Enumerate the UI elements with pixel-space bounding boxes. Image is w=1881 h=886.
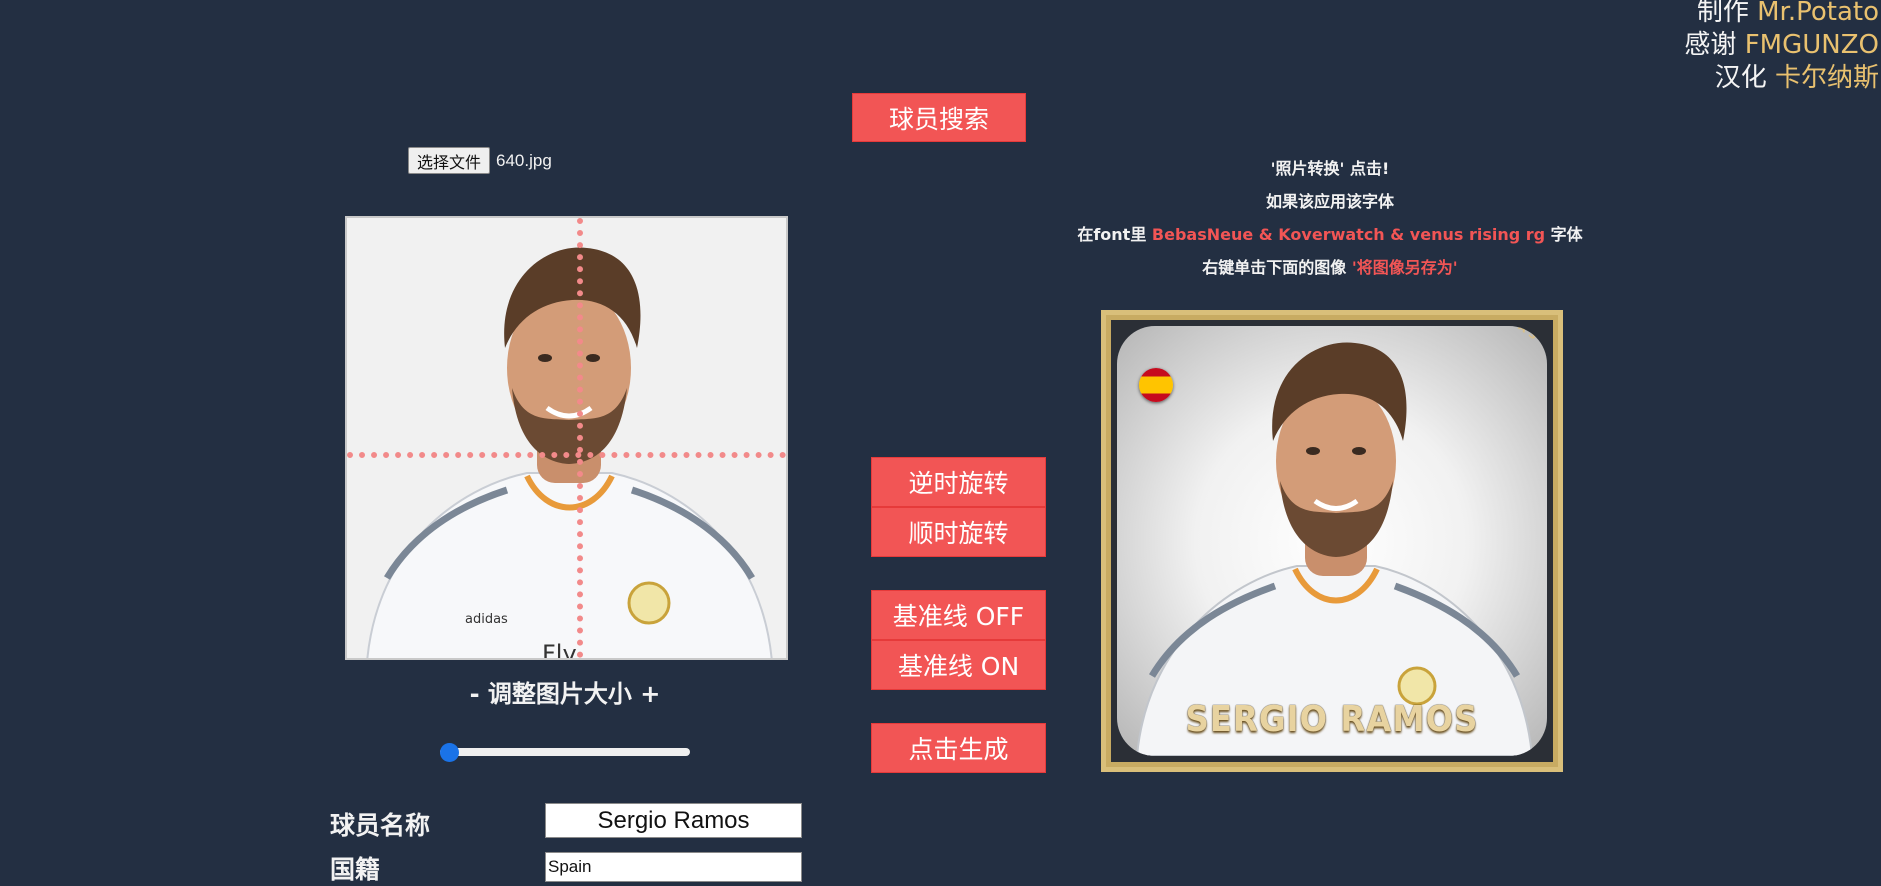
choose-file-button[interactable]: 选择文件 — [408, 147, 491, 174]
instruction-line-3: 在font里 BebasNeue & Koverwatch & venus ri… — [1077, 225, 1583, 244]
credit-thanks-name: FMGUNZO — [1744, 30, 1879, 60]
slider-thumb[interactable] — [440, 743, 459, 762]
horizontal-guideline — [347, 452, 786, 458]
slider-track — [440, 748, 690, 756]
player-search-button[interactable]: 球员搜索 — [852, 93, 1026, 142]
card-photo: KARNAS SERGIO RAMOS — [1117, 326, 1547, 756]
card-player-image — [1135, 342, 1534, 756]
nationality-input[interactable] — [545, 852, 802, 882]
guideline-on-button[interactable]: 基准线 ON — [871, 640, 1046, 690]
credits: 制作 Mr.Potato 感谢 FMGUNZO 汉化 卡尔纳斯 — [1684, 0, 1879, 95]
credit-localized: 汉化 卡尔纳斯 — [1714, 63, 1879, 93]
player-name-label: 球员名称 — [330, 811, 431, 840]
generate-button[interactable]: 点击生成 — [871, 723, 1046, 773]
credit-made-by-name: Mr.Potato — [1757, 0, 1879, 27]
source-photo-canvas[interactable]: adidas Fly — [345, 216, 788, 660]
spain-flag-icon — [1139, 368, 1173, 402]
instructions: '照片转换' 点击! 如果该应用该字体 在font里 BebasNeue & K… — [1030, 152, 1630, 284]
player-name-input[interactable] — [545, 803, 802, 838]
credit-thanks: 感谢 FMGUNZO — [1684, 30, 1879, 60]
instruction-line-2: 如果该应用该字体 — [1265, 192, 1394, 211]
guideline-off-button[interactable]: 基准线 OFF — [871, 590, 1046, 640]
player-photo: adidas Fly — [347, 218, 786, 660]
rotate-ccw-button[interactable]: 逆时旋转 — [871, 457, 1046, 507]
instruction-line-4: 右键单击下面的图像 '将图像另存为' — [1202, 258, 1458, 277]
svg-text:Fly: Fly — [542, 640, 577, 660]
nationality-label: 国籍 — [330, 855, 381, 884]
instruction-line-1: '照片转换' 点击! — [1270, 159, 1390, 178]
file-chooser: 选择文件 640.jpg — [408, 147, 552, 174]
svg-text:adidas: adidas — [465, 612, 508, 627]
resize-label: - 调整图片大小 + — [350, 674, 780, 709]
vertical-guideline — [577, 218, 583, 658]
credit-made-by: 制作 Mr.Potato — [1684, 0, 1879, 29]
resize-plus: + — [640, 680, 661, 708]
font-names: BebasNeue & Koverwatch & venus rising rg — [1151, 225, 1546, 244]
resize-minus: - — [469, 680, 480, 708]
credit-localized-name: 卡尔纳斯 — [1774, 63, 1879, 93]
card-player-name: SERGIO RAMOS — [1185, 699, 1479, 740]
rotate-cw-button[interactable]: 顺时旋转 — [871, 507, 1046, 557]
resize-slider[interactable] — [440, 743, 690, 762]
generated-card[interactable]: KARNAS SERGIO RAMOS — [1101, 310, 1563, 772]
file-name: 640.jpg — [496, 150, 552, 170]
resize-title: 调整图片大小 — [487, 680, 632, 708]
save-image-hint: '将图像另存为' — [1351, 258, 1458, 277]
